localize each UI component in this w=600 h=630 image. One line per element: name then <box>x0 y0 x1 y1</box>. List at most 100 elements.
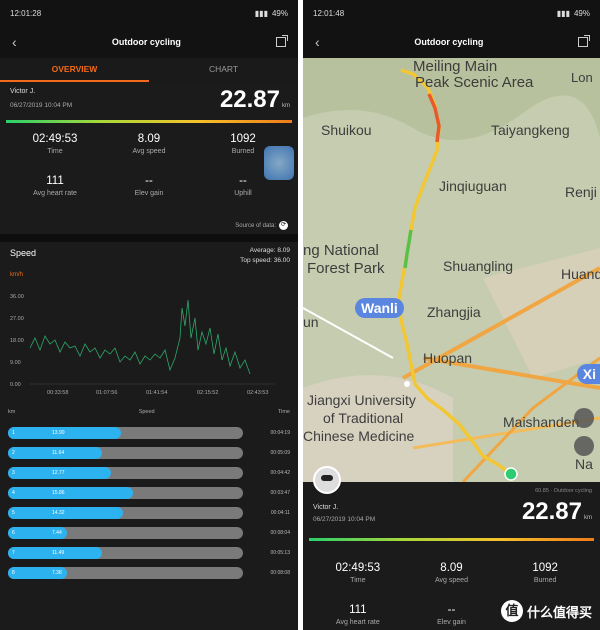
map-label-xi: Xi <box>576 364 600 384</box>
speed-average: Average: 8.09 <box>249 247 290 254</box>
source-label: Source of data: <box>235 222 276 229</box>
stat-label: Elev gain <box>437 619 466 626</box>
splits-list: 1 13.90 00:04:19 2 11.64 00:05:09 3 12.77 00:04:… <box>0 427 298 579</box>
speed-top: Top speed: 36.00 <box>240 257 290 264</box>
split-row: 2 11.64 00:05:09 <box>8 447 290 459</box>
map-eye-icon[interactable] <box>574 436 594 456</box>
map-label: Shuikou <box>321 122 372 138</box>
split-fill <box>8 487 133 499</box>
signal-icon: ▮▮▮ <box>254 8 268 18</box>
stat-time: 02:49:53 Time <box>311 562 405 604</box>
map-layers-icon[interactable] <box>574 408 594 428</box>
split-time: 00:05:13 <box>270 550 290 556</box>
status-bar: 12:01:48 ▮▮▮ 49% <box>303 0 600 26</box>
stat-heart-rate: 111 Avg heart rate <box>8 175 102 217</box>
map-label: Peak Scenic Area <box>415 74 534 91</box>
stat-value: -- <box>145 175 153 187</box>
stats-grid: 02:49:53 Time 8.09 Avg speed 1092 Burned 11… <box>0 123 298 217</box>
workout-date: 06/27/2019 10:04 PM <box>313 516 376 523</box>
stat-value: 111 <box>349 604 367 616</box>
split-time: 00:08:08 <box>270 570 290 576</box>
tab-chart[interactable]: CHART <box>149 58 298 82</box>
stat-elev-gain: -- Elev gain <box>405 604 499 630</box>
status-bar: 12:01:28 ▮▮▮ 49% <box>0 0 298 26</box>
distance-value: 22.87 km <box>522 498 592 526</box>
split-speed: 13.90 <box>52 430 65 436</box>
distance-number: 22.87 <box>219 86 280 113</box>
back-icon[interactable]: ‹ <box>315 34 320 50</box>
stat-avg-speed: 8.09 Avg speed <box>102 133 196 175</box>
map-label: Chinese Medicine <box>303 428 415 444</box>
split-fill <box>8 507 124 519</box>
split-row: 1 13.90 00:04:19 <box>8 427 290 439</box>
tab-bar: OVERVIEW CHART <box>0 58 298 82</box>
section-divider <box>0 234 298 242</box>
map-label: Huopan <box>423 350 473 366</box>
y-tick: 9.00 <box>10 360 21 366</box>
distance-unit: km <box>584 515 592 521</box>
map-label: Taiyangkeng <box>491 122 570 138</box>
split-index: 8 <box>12 570 15 576</box>
route-map[interactable]: Meiling Main Peak Scenic Area Lon Shuiko… <box>303 58 600 482</box>
tab-overview[interactable]: OVERVIEW <box>0 58 149 82</box>
split-speed: 14.32 <box>52 510 65 516</box>
map-label: Zhangjia <box>427 304 481 320</box>
share-icon[interactable] <box>578 35 590 47</box>
map-label: Meiling Main <box>413 58 498 75</box>
source-app-icon[interactable]: ⟳ <box>279 221 288 230</box>
page-title: Outdoor cycling <box>111 37 181 47</box>
effort-gradient-bar <box>309 538 594 541</box>
map-label-wanli: Wanli <box>355 298 404 318</box>
splits-header: km Speed Time <box>0 401 298 419</box>
y-tick: 18.00 <box>10 338 24 344</box>
x-tick: 00:33:58 <box>47 390 68 396</box>
battery-text: 49% <box>271 8 288 18</box>
speed-chart: 36.00 27.00 18.00 9.00 0.00 00:33:58 01:… <box>10 294 275 396</box>
map-label: of Traditional <box>323 410 404 426</box>
split-row: 4 15.86 00:03:47 <box>8 487 290 499</box>
map-label: Shuangling <box>443 258 514 274</box>
distance-unit: km <box>282 103 290 109</box>
split-index: 6 <box>12 530 15 536</box>
stat-label: Avg heart rate <box>33 190 77 197</box>
split-speed: 7.38 <box>52 570 62 576</box>
status-time: 12:01:48 <box>313 8 345 18</box>
data-source: Source of data: ⟳ <box>0 217 298 234</box>
stat-value: 02:49:53 <box>335 562 381 574</box>
speed-summary: Average: 8.09 Top speed: 36.00 <box>240 246 290 266</box>
watermark-text: 什么值得买 <box>526 604 592 620</box>
x-tick: 01:41:54 <box>146 390 167 396</box>
splits-col-speed: Speed <box>138 409 155 415</box>
split-time: 00:03:47 <box>270 490 290 496</box>
x-tick: 01:07:56 <box>96 390 117 396</box>
site-watermark: 值 什么值得买 <box>500 600 592 622</box>
y-tick: 36.00 <box>10 294 24 300</box>
stat-value: 02:49:53 <box>32 133 78 145</box>
top-nav: ‹ Outdoor cycling <box>0 26 298 58</box>
stat-value: 8.09 <box>137 133 161 145</box>
split-index: 1 <box>12 430 15 436</box>
split-speed: 12.77 <box>52 470 65 476</box>
map-label: Jinqiuguan <box>439 178 507 194</box>
workout-date: 06/27/2019 10:04 PM <box>10 102 73 109</box>
back-icon[interactable]: ‹ <box>12 34 17 50</box>
stat-label: Time <box>350 577 366 584</box>
user-name: Victor J. <box>10 88 36 95</box>
stat-time: 02:49:53 Time <box>8 133 102 175</box>
map-label: Forest Park <box>307 260 385 277</box>
floating-action-button[interactable] <box>264 146 294 180</box>
avatar[interactable] <box>313 466 341 494</box>
site-logo-icon: 值 <box>500 600 523 622</box>
map-label: Jiangxi University <box>307 392 416 408</box>
stat-label: Avg speed <box>132 148 166 155</box>
stat-value: 1092 <box>230 133 256 145</box>
split-time: 00:04:19 <box>270 430 290 436</box>
speed-line <box>29 299 251 375</box>
stat-label: Elev gain <box>134 190 164 197</box>
map-label: Huanq <box>561 266 600 282</box>
stat-burned: 1092 Burned <box>498 562 592 604</box>
map-label: un <box>303 314 319 330</box>
share-icon[interactable] <box>276 35 288 47</box>
route-map-screen: 12:01:48 ▮▮▮ 49% ‹ Outdoor cycling Meili… <box>303 0 600 630</box>
split-index: 2 <box>12 450 15 456</box>
